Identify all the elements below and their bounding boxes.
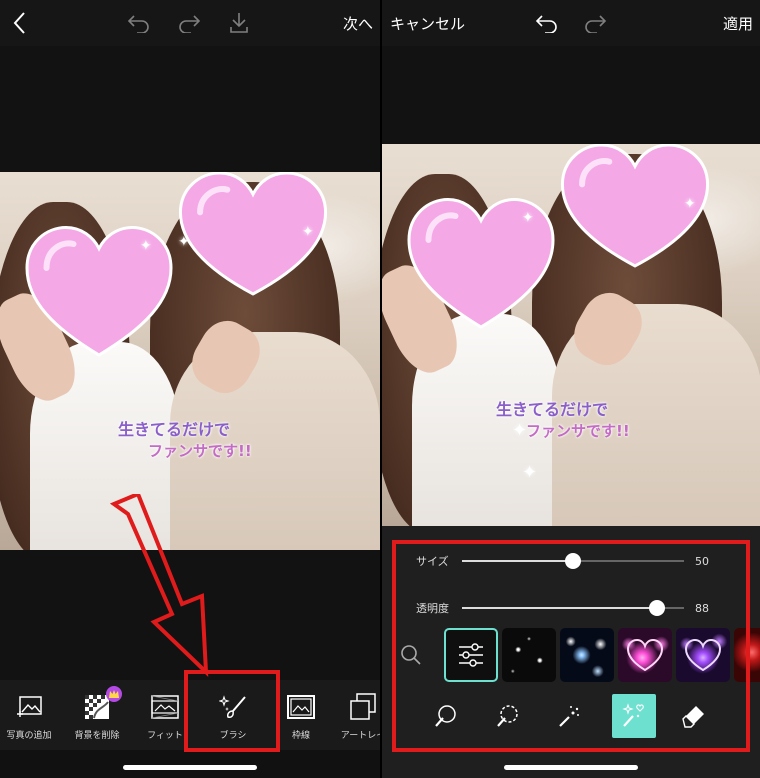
text-sticker[interactable]: 生きてるだけで ファンサです!! bbox=[496, 396, 630, 441]
add-photo-icon bbox=[17, 696, 42, 717]
photo: ✦ ✦ ✦ ✦ 生きてるだけで ファンサです!! bbox=[382, 144, 760, 526]
undo-button[interactable] bbox=[124, 0, 154, 46]
tool-art-layer[interactable]: アートレイ bbox=[332, 680, 380, 750]
undo-icon bbox=[535, 15, 557, 33]
top-bar: 次へ bbox=[0, 0, 380, 46]
sparkle-icon: ✦ bbox=[140, 238, 152, 254]
crown-icon bbox=[109, 690, 119, 698]
undo-button[interactable] bbox=[532, 0, 562, 46]
brush-highlight-box bbox=[184, 670, 280, 752]
top-bar: キャンセル 適用 bbox=[382, 0, 760, 46]
sparkle-icon: ✦ bbox=[178, 234, 190, 250]
redo-icon bbox=[179, 15, 201, 33]
text-sticker[interactable]: 生きてるだけで ファンサです!! bbox=[118, 416, 252, 461]
sparkle-icon: ✦ bbox=[302, 224, 314, 240]
canvas-area: ✦ ✦ ✦ ✦ 生きてるだけで ファンサです!! bbox=[382, 46, 760, 526]
next-button[interactable]: 次へ bbox=[338, 0, 378, 46]
canvas-area: ✦ ✦ ✦ 生きてるだけで ファンサです!! bbox=[0, 46, 380, 680]
border-icon bbox=[287, 695, 315, 719]
download-icon bbox=[230, 13, 248, 33]
right-brush-screen: キャンセル 適用 ✦ ✦ ✦ ✦ 生きてるだけで ファンサです!! サイズ 50… bbox=[382, 0, 760, 778]
brush-panel-highlight-box bbox=[392, 540, 750, 752]
sparkle-icon: ✦ bbox=[684, 196, 696, 212]
download-button[interactable] bbox=[224, 0, 254, 46]
tool-remove-background[interactable]: 背景を削除 bbox=[66, 680, 128, 750]
undo-icon bbox=[127, 15, 149, 33]
cancel-button[interactable]: キャンセル bbox=[390, 0, 476, 46]
redo-icon bbox=[585, 15, 607, 33]
redo-button[interactable] bbox=[580, 0, 610, 46]
redo-button[interactable] bbox=[174, 0, 204, 46]
left-editor-screen: 次へ ✦ ✦ ✦ 生きてるだけで ファンサです!! 写真の追加 背景を削除 フィ… bbox=[0, 0, 380, 778]
fit-icon bbox=[151, 695, 179, 719]
sparkle-icon: ✦ bbox=[522, 210, 534, 226]
tool-add-photo[interactable]: 写真の追加 bbox=[0, 680, 60, 750]
home-indicator bbox=[123, 765, 257, 770]
sparkle-icon: ✦ bbox=[522, 462, 538, 483]
chevron-left-icon bbox=[13, 12, 25, 34]
red-arrow-annotation bbox=[110, 494, 209, 677]
art-layer-icon bbox=[350, 693, 376, 720]
apply-button[interactable]: 適用 bbox=[718, 0, 758, 46]
premium-crown-badge bbox=[106, 686, 122, 702]
back-button[interactable] bbox=[4, 0, 34, 46]
home-indicator bbox=[504, 765, 638, 770]
